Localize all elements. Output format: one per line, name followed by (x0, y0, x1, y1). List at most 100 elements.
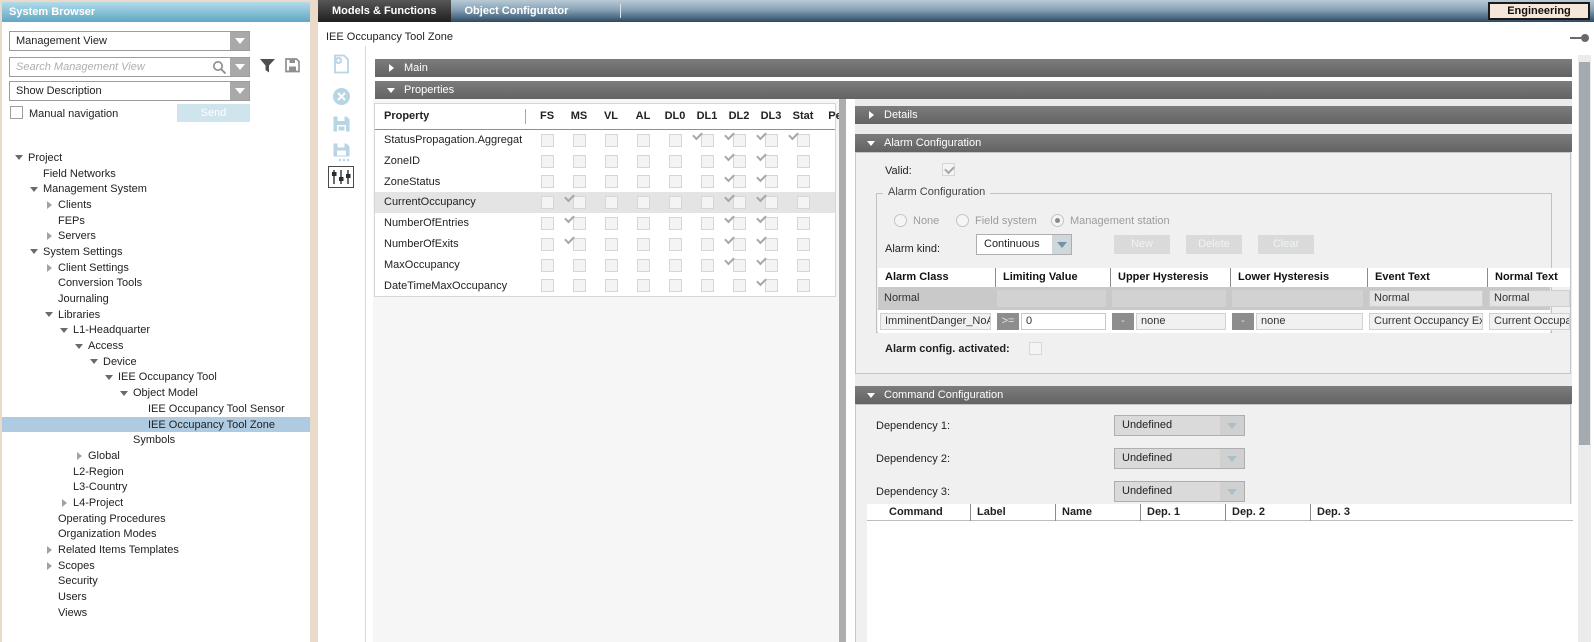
checkbox-dl3[interactable] (765, 175, 778, 188)
save-filter-icon[interactable] (284, 57, 301, 77)
limiting-value-operator[interactable]: >= (997, 313, 1019, 330)
valid-checkbox[interactable] (942, 163, 955, 176)
checkbox-dl3[interactable] (765, 259, 778, 272)
normal-text-value[interactable]: Normal (1489, 290, 1570, 307)
checkbox-ms[interactable] (573, 259, 586, 272)
tree-item-symbols[interactable]: Symbols (2, 432, 310, 448)
section-properties[interactable]: Properties (375, 81, 1572, 99)
tree-item-scopes[interactable]: Scopes (2, 558, 310, 574)
tree-down-arrow-icon[interactable] (87, 359, 101, 364)
checkbox-al[interactable] (637, 279, 650, 292)
scrollbar-thumb[interactable] (1579, 62, 1590, 445)
tree-item-l3-country[interactable]: L3-Country (2, 479, 310, 495)
checkbox-stat[interactable] (797, 196, 810, 209)
send-button[interactable]: Send (177, 104, 250, 122)
property-row-statuspropagation-aggregat[interactable]: StatusPropagation.Aggregat (375, 130, 835, 151)
limiting-value-value[interactable]: 0 (1021, 313, 1106, 330)
chevron-down-icon[interactable] (230, 58, 249, 76)
tree-item-system-settings[interactable]: System Settings (2, 244, 310, 260)
checkbox-al[interactable] (637, 175, 650, 188)
checkbox-ms[interactable] (573, 217, 586, 230)
tree-item-libraries[interactable]: Libraries (2, 307, 310, 323)
checkbox-al[interactable] (637, 155, 650, 168)
property-row-currentoccupancy[interactable]: CurrentOccupancy (375, 192, 835, 213)
delete-button[interactable]: Delete (1186, 235, 1242, 254)
upper-hysteresis-operator[interactable]: - (1112, 313, 1134, 330)
checkbox-fs[interactable] (541, 134, 554, 147)
filter-icon[interactable] (259, 58, 276, 77)
section-command-configuration[interactable]: Command Configuration (855, 386, 1572, 404)
upper-hysteresis-value[interactable]: none (1136, 313, 1226, 330)
checkbox-fs[interactable] (541, 175, 554, 188)
tree-down-arrow-icon[interactable] (117, 391, 131, 396)
manual-navigation-checkbox[interactable] (10, 106, 23, 119)
tab-object-configurator[interactable]: Object Configurator (451, 0, 583, 22)
checkbox-dl2[interactable] (733, 196, 746, 209)
tree-item-iee-occupancy-tool-sensor[interactable]: IEE Occupancy Tool Sensor (2, 401, 310, 417)
chevron-down-icon[interactable] (1220, 416, 1244, 435)
chevron-down-icon[interactable] (1220, 482, 1244, 501)
checkbox-dl2[interactable] (733, 155, 746, 168)
tree-item-l1-headquarter[interactable]: L1-Headquarter (2, 323, 310, 339)
checkbox-dl3[interactable] (765, 196, 778, 209)
tree-item-organization-modes[interactable]: Organization Modes (2, 527, 310, 543)
checkbox-dl0[interactable] (669, 155, 682, 168)
tree-right-arrow-icon[interactable] (72, 452, 86, 460)
chevron-down-icon[interactable] (1220, 449, 1244, 468)
tree-down-arrow-icon[interactable] (72, 344, 86, 349)
checkbox-dl1[interactable] (701, 134, 714, 147)
chevron-down-icon[interactable] (230, 82, 249, 100)
event-text-value[interactable]: Normal (1369, 290, 1483, 307)
checkbox-ms[interactable] (573, 238, 586, 251)
dependency-1-dropdown[interactable]: Undefined (1114, 415, 1245, 436)
checkbox-al[interactable] (637, 217, 650, 230)
tree-down-arrow-icon[interactable] (57, 328, 71, 333)
tree-item-iee-occupancy-tool[interactable]: IEE Occupancy Tool (2, 370, 310, 386)
checkbox-dl0[interactable] (669, 175, 682, 188)
alarm-activated-checkbox[interactable] (1029, 342, 1042, 355)
normal-text-value[interactable]: Current Occupa (1489, 313, 1570, 330)
checkbox-al[interactable] (637, 259, 650, 272)
checkbox-dl0[interactable] (669, 217, 682, 230)
checkbox-al[interactable] (637, 238, 650, 251)
checkbox-fs[interactable] (541, 238, 554, 251)
checkbox-dl2[interactable] (733, 259, 746, 272)
checkbox-vl[interactable] (605, 259, 618, 272)
tree-item-clients[interactable]: Clients (2, 197, 310, 213)
radio-management-station[interactable]: Management station (1051, 214, 1170, 227)
tree-item-l4-project[interactable]: L4-Project (2, 495, 310, 511)
tree-right-arrow-icon[interactable] (42, 201, 56, 209)
property-row-datetimemaxoccupancy[interactable]: DateTimeMaxOccupancy (375, 276, 835, 297)
tree-item-users[interactable]: Users (2, 589, 310, 605)
checkbox-vl[interactable] (605, 238, 618, 251)
checkbox-al[interactable] (637, 196, 650, 209)
tree-item-servers[interactable]: Servers (2, 228, 310, 244)
checkbox-dl0[interactable] (669, 238, 682, 251)
checkbox-dl1[interactable] (701, 175, 714, 188)
alarm-kind-dropdown[interactable]: Continuous (976, 234, 1072, 255)
save-icon[interactable] (328, 113, 354, 135)
radio-none[interactable]: None (894, 214, 939, 227)
checkbox-stat[interactable] (797, 217, 810, 230)
checkbox-dl2[interactable] (733, 217, 746, 230)
checkbox-fs[interactable] (541, 279, 554, 292)
checkbox-dl0[interactable] (669, 259, 682, 272)
tree-item-l2-region[interactable]: L2-Region (2, 464, 310, 480)
checkbox-dl0[interactable] (669, 279, 682, 292)
chevron-down-icon[interactable] (1052, 235, 1071, 254)
checkbox-dl0[interactable] (669, 134, 682, 147)
tree-item-operating-procedures[interactable]: Operating Procedures (2, 511, 310, 527)
checkbox-dl0[interactable] (669, 196, 682, 209)
tree-down-arrow-icon[interactable] (102, 375, 116, 380)
pane-splitter[interactable] (839, 99, 846, 642)
tree-right-arrow-icon[interactable] (42, 232, 56, 240)
tree-item-conversion-tools[interactable]: Conversion Tools (2, 276, 310, 292)
checkbox-ms[interactable] (573, 196, 586, 209)
tree-down-arrow-icon[interactable] (27, 187, 41, 192)
checkbox-dl1[interactable] (701, 238, 714, 251)
checkbox-dl1[interactable] (701, 217, 714, 230)
checkbox-dl2[interactable] (733, 134, 746, 147)
checkbox-dl1[interactable] (701, 155, 714, 168)
property-row-zonestatus[interactable]: ZoneStatus (375, 172, 835, 193)
new-button[interactable]: New (1114, 235, 1170, 254)
